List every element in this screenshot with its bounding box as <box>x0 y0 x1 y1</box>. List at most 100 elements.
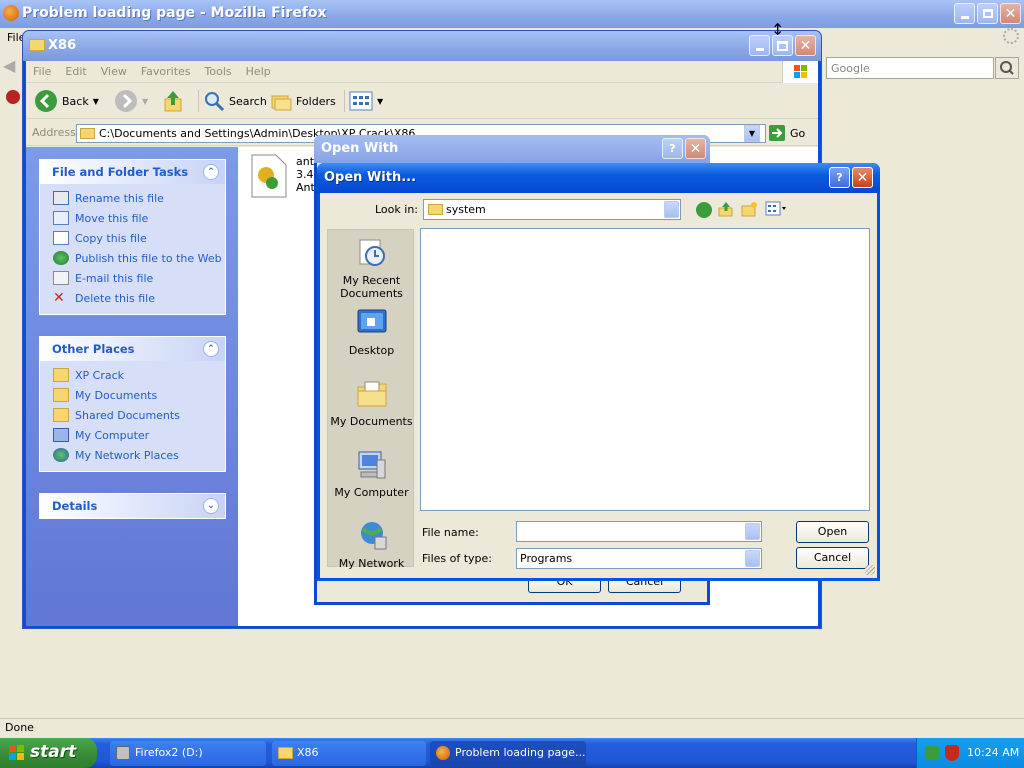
close-button[interactable]: ✕ <box>852 167 873 188</box>
menu-edit[interactable]: Edit <box>58 61 93 78</box>
search-button[interactable] <box>995 57 1019 79</box>
new-folder-icon[interactable] <box>741 201 758 217</box>
menu-view[interactable]: View <box>94 61 134 78</box>
google-search-input[interactable]: Google <box>826 57 994 79</box>
firefox-close-button[interactable]: ✕ <box>1000 3 1021 24</box>
place-my-computer[interactable]: My Computer <box>328 448 415 499</box>
file-item[interactable] <box>250 153 288 199</box>
back-arrow-icon[interactable]: ◀ <box>3 56 21 80</box>
up-folder-icon <box>164 91 182 112</box>
place-label: Shared Documents <box>75 409 180 422</box>
go-button[interactable]: Go <box>768 123 805 143</box>
task-label: X86 <box>297 746 319 759</box>
open-with-title-bar[interactable]: Open With... ? ✕ <box>317 163 880 193</box>
task-label: E-mail this file <box>75 272 154 285</box>
address-dropdown-icon[interactable]: ▼ <box>744 125 760 142</box>
forward-button[interactable]: ▼ <box>114 90 148 112</box>
details-header[interactable]: Details ⌄ <box>40 494 225 518</box>
firefox-restore-button[interactable] <box>977 3 998 24</box>
help-button[interactable]: ? <box>829 167 850 188</box>
place-shared-documents[interactable]: Shared Documents <box>40 405 225 425</box>
back-button[interactable]: Back ▼ <box>34 90 99 112</box>
views-button[interactable]: ▼ <box>344 90 383 112</box>
chevron-down-icon[interactable] <box>745 550 760 567</box>
search-placeholder: Google <box>831 62 870 75</box>
place-xp-crack[interactable]: XP Crack <box>40 365 225 385</box>
file-folder-tasks-header[interactable]: File and Folder Tasks ⌃ <box>40 160 225 184</box>
task-move[interactable]: Move this file <box>40 208 225 228</box>
other-places-header[interactable]: Other Places ⌃ <box>40 337 225 361</box>
place-my-computer[interactable]: My Computer <box>40 425 225 445</box>
windows-logo <box>782 61 818 83</box>
network-icon <box>53 448 69 462</box>
copy-icon <box>53 231 69 245</box>
folder-icon <box>29 39 45 51</box>
network-status-icon[interactable] <box>925 746 939 760</box>
taskbar-item-firefox[interactable]: Problem loading page... <box>430 741 586 766</box>
cancel-button[interactable]: Cancel <box>796 547 869 569</box>
menu-favorites[interactable]: Favorites <box>134 61 198 78</box>
firefox-title-bar: Problem loading page - Mozilla Firefox ✕ <box>0 0 1024 28</box>
chevron-down-icon[interactable] <box>745 523 760 540</box>
back-dropdown-icon[interactable]: ▼ <box>93 97 99 106</box>
views-dropdown-icon[interactable]: ▼ <box>377 97 383 106</box>
place-my-documents[interactable]: My Documents <box>328 377 415 428</box>
resize-grip[interactable] <box>865 565 875 575</box>
explorer-close-button[interactable]: ✕ <box>795 35 816 56</box>
start-label: start <box>30 742 77 762</box>
start-button[interactable]: start <box>0 738 97 768</box>
search-toolbar-button[interactable]: Search <box>198 90 267 112</box>
task-email[interactable]: E-mail this file <box>40 268 225 288</box>
task-publish[interactable]: Publish this file to the Web <box>40 248 225 268</box>
place-my-network[interactable]: My Network Places <box>40 445 225 465</box>
collapse-icon[interactable]: ⌃ <box>203 341 219 357</box>
system-tray: 10:24 AM <box>916 738 1024 768</box>
place-my-documents[interactable]: My Documents <box>40 385 225 405</box>
explorer-title-bar[interactable]: X86 ✕ <box>23 31 821 61</box>
file-folder-tasks-panel: File and Folder Tasks ⌃ Rename this file … <box>39 159 226 315</box>
my-documents-icon <box>53 388 69 402</box>
look-in-select[interactable]: system <box>423 199 681 220</box>
place-my-recent-documents[interactable]: My Recent Documents <box>328 236 415 300</box>
folders-button[interactable]: Folders <box>270 90 336 112</box>
search-label: Search <box>229 94 267 108</box>
up-folder-icon[interactable] <box>718 201 734 217</box>
menu-help[interactable]: Help <box>239 61 278 78</box>
task-label: Delete this file <box>75 292 155 305</box>
firefox-minimize-button[interactable] <box>954 3 975 24</box>
place-my-network[interactable]: My Network <box>328 519 415 570</box>
task-delete[interactable]: ✕ Delete this file <box>40 288 225 308</box>
back-icon[interactable] <box>696 202 712 218</box>
collapse-icon[interactable]: ⌃ <box>203 164 219 180</box>
search-icon <box>1000 61 1014 75</box>
taskbar-item-firefox-drive[interactable]: Firefox2 (D:) <box>110 741 266 766</box>
rename-icon <box>53 191 69 205</box>
task-copy[interactable]: Copy this file <box>40 228 225 248</box>
task-label: Rename this file <box>75 192 164 205</box>
view-menu-icon[interactable] <box>765 201 789 217</box>
place-label: My Documents <box>75 389 158 402</box>
file-name-input[interactable] <box>516 521 762 542</box>
chevron-down-icon[interactable] <box>664 201 679 218</box>
up-folder-button[interactable] <box>163 90 185 112</box>
taskbar-item-x86[interactable]: X86 <box>272 741 426 766</box>
security-shield-icon[interactable] <box>945 745 959 761</box>
file-list[interactable] <box>420 228 870 511</box>
open-button[interactable]: Open <box>796 521 869 543</box>
forward-dropdown-icon[interactable]: ▼ <box>142 97 148 106</box>
task-rename[interactable]: Rename this file <box>40 188 225 208</box>
open-with-back-title-bar[interactable]: Open With ? ✕ <box>314 135 710 163</box>
menu-file[interactable]: File <box>26 61 58 78</box>
expand-icon[interactable]: ⌄ <box>203 498 219 514</box>
files-of-type-select[interactable]: Programs <box>516 548 762 569</box>
close-button[interactable]: ✕ <box>685 138 706 159</box>
explorer-minimize-button[interactable] <box>749 35 770 56</box>
place-desktop[interactable]: Desktop <box>328 306 415 357</box>
folder-icon <box>278 747 293 759</box>
forward-icon <box>115 90 137 112</box>
menu-tools[interactable]: Tools <box>198 61 239 78</box>
folder-icon <box>428 204 443 215</box>
taskbar: start Firefox2 (D:) X86 Problem loading … <box>0 738 1024 768</box>
explorer-menu-bar: File Edit View Favorites Tools Help <box>26 61 818 83</box>
help-button[interactable]: ? <box>662 138 683 159</box>
